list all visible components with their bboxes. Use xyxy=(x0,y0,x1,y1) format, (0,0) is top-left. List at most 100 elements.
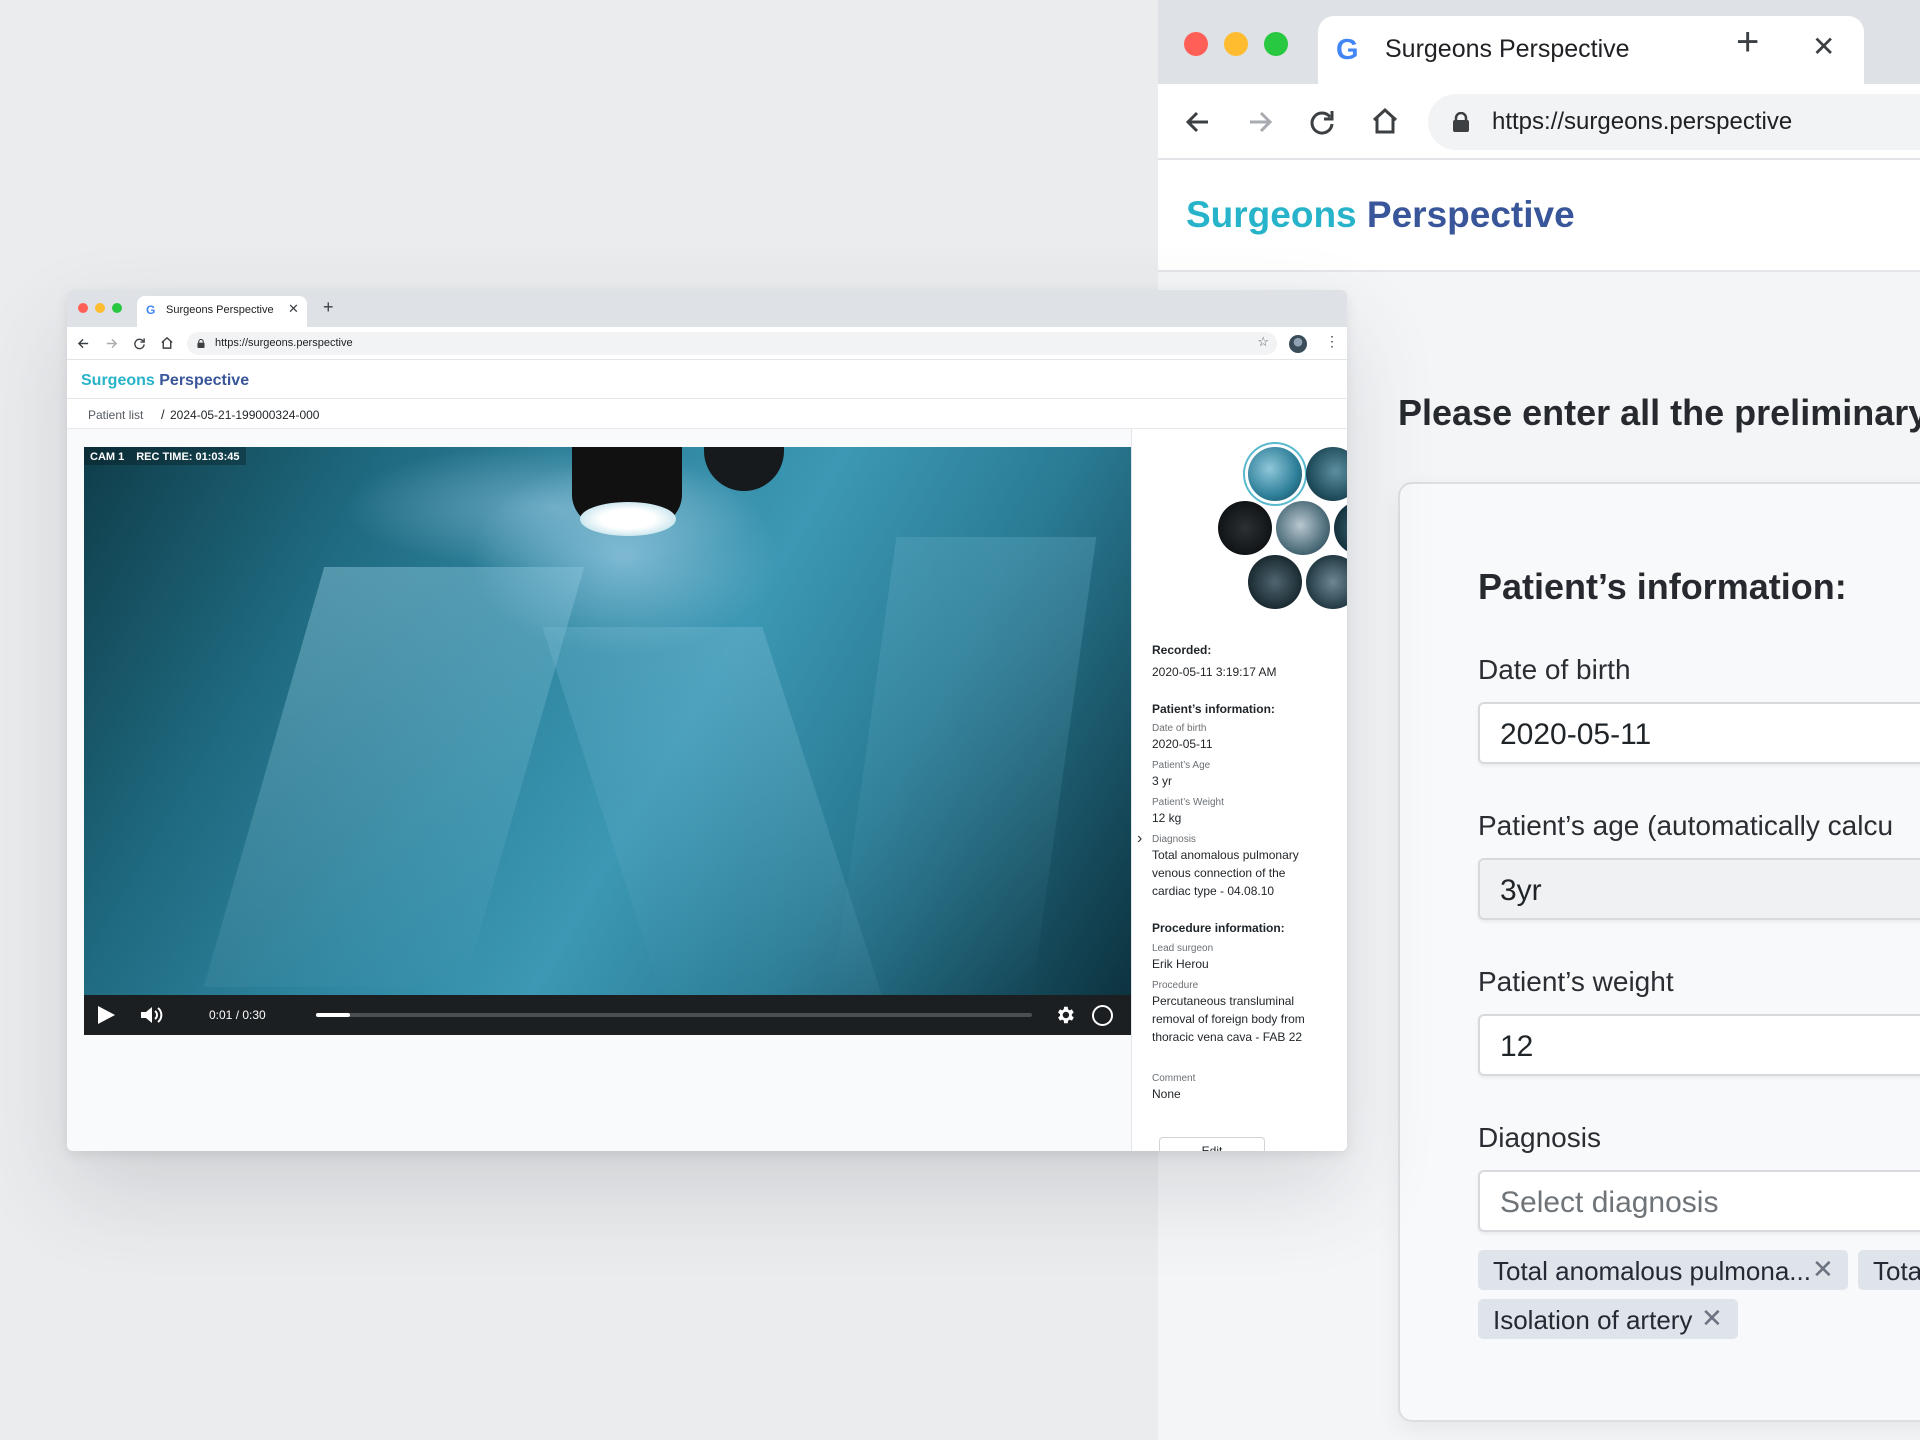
url-text: https://surgeons.perspective xyxy=(1492,108,1793,135)
progress-fill xyxy=(316,1013,351,1017)
remove-chip-icon[interactable]: ✕ xyxy=(1812,1254,1834,1285)
diagnosis-label: Diagnosis xyxy=(1152,834,1196,845)
browser-menu-icon[interactable]: ⋮ xyxy=(1325,334,1339,348)
close-window-button[interactable] xyxy=(1184,32,1208,56)
age-field-value: 3yr xyxy=(1500,874,1542,907)
recorded-value: 2020-05-11 3:19:17 AM xyxy=(1152,665,1277,679)
back-arrow-icon[interactable] xyxy=(1184,108,1212,136)
lock-icon xyxy=(197,339,205,348)
url-text: https://surgeons.perspective xyxy=(215,337,353,349)
tab-strip: G Surgeons Perspective ✕ + xyxy=(67,290,1347,327)
procedure-info-heading: Procedure information: xyxy=(1152,921,1285,935)
camera-label: CAM 1 xyxy=(90,451,125,463)
dob-label: Date of birth xyxy=(1478,654,1631,685)
age-label: Patient’s age (automatically calcu xyxy=(1478,810,1894,841)
brand-logo[interactable]: Surgeons Perspective xyxy=(1186,194,1575,236)
browser-toolbar: https://surgeons.perspective xyxy=(1158,84,1920,160)
front-browser-window: G Surgeons Perspective ✕ + https://surge… xyxy=(67,290,1347,1151)
weight-label: Patient’s Weight xyxy=(1152,797,1224,808)
page-prompt: Please enter all the preliminary xyxy=(1398,392,1920,433)
address-bar[interactable]: https://surgeons.perspective xyxy=(1428,94,1920,150)
remove-chip-icon[interactable]: ✕ xyxy=(1701,1303,1723,1334)
close-tab-icon[interactable]: ✕ xyxy=(1812,33,1835,61)
comment-value: None xyxy=(1152,1087,1181,1101)
browser-tab[interactable]: G Surgeons Perspective ✕ xyxy=(137,296,307,327)
brand-logo[interactable]: Surgeons Perspective xyxy=(81,372,249,390)
minimize-window-button[interactable] xyxy=(1224,32,1248,56)
minimize-window-button[interactable] xyxy=(95,303,105,313)
procedure-label: Procedure xyxy=(1152,980,1199,991)
diagnosis-chip: Tota xyxy=(1858,1250,1920,1290)
settings-gear-icon[interactable] xyxy=(1054,1004,1076,1026)
forward-arrow-icon[interactable] xyxy=(1246,108,1274,136)
camera-thumbnail[interactable] xyxy=(1276,501,1330,555)
reload-icon[interactable] xyxy=(133,337,146,350)
reload-icon[interactable] xyxy=(1308,108,1336,136)
age-value: 3 yr xyxy=(1152,774,1173,788)
diagnosis-label: Diagnosis xyxy=(1478,1122,1601,1153)
form-heading: Patient’s information: xyxy=(1478,566,1847,607)
drape-fold xyxy=(831,537,1097,997)
progress-track[interactable] xyxy=(316,1013,1032,1017)
close-window-button[interactable] xyxy=(78,303,88,313)
video-overlay-info: CAM 1 REC TIME: 01:03:45 xyxy=(84,447,246,465)
forward-arrow-icon[interactable] xyxy=(105,337,118,350)
tab-title: Surgeons Perspective xyxy=(1385,35,1630,63)
diagnosis-chip: Isolation of artery ✕ xyxy=(1478,1299,1738,1339)
comment-label: Comment xyxy=(1152,1073,1196,1084)
camera-thumbnail[interactable] xyxy=(1248,555,1302,609)
new-tab-button[interactable]: + xyxy=(1736,22,1759,62)
play-icon[interactable] xyxy=(96,1005,116,1025)
camera-thumbnail[interactable] xyxy=(1334,501,1347,555)
volume-icon[interactable] xyxy=(140,1005,166,1025)
video-player[interactable]: CAM 1 REC TIME: 01:03:45 0:01 / 0:30 xyxy=(84,447,1131,1035)
weight-label: Patient’s weight xyxy=(1478,966,1674,997)
recorded-label: Recorded: xyxy=(1152,643,1212,657)
address-bar[interactable]: https://surgeons.perspective ☆ xyxy=(187,332,1277,355)
surgeon-label: Lead surgeon xyxy=(1152,943,1214,954)
collapse-sidebar-icon[interactable]: › xyxy=(1137,831,1142,847)
dob-value: 2020-05-11 xyxy=(1152,737,1213,751)
new-tab-button[interactable]: + xyxy=(323,298,334,316)
drape-fold xyxy=(542,627,886,1007)
profile-avatar[interactable] xyxy=(1289,335,1307,353)
age-field: 3yr xyxy=(1478,858,1920,920)
fullscreen-button[interactable] xyxy=(1092,1005,1113,1026)
app-header: Surgeons Perspective xyxy=(1158,160,1920,272)
procedure-value: Percutaneous transluminal removal of for… xyxy=(1152,994,1305,1044)
breadcrumb-patient-list[interactable]: Patient list xyxy=(88,408,143,422)
maximize-window-button[interactable] xyxy=(112,303,122,313)
dob-label: Date of birth xyxy=(1152,723,1207,734)
diagnosis-placeholder: Select diagnosis xyxy=(1500,1186,1719,1219)
close-tab-icon[interactable]: ✕ xyxy=(288,302,299,315)
details-sidebar: Recorded: 2020-05-11 3:19:17 AM Patient’… xyxy=(1152,429,1347,1151)
camera-thumbnail[interactable] xyxy=(1306,555,1347,609)
breadcrumb-current: 2024-05-21-199000324-000 xyxy=(170,408,320,422)
camera-thumbnail[interactable] xyxy=(1248,447,1302,501)
drape-fold xyxy=(203,567,585,987)
back-arrow-icon[interactable] xyxy=(77,337,90,350)
bookmark-star-icon[interactable]: ☆ xyxy=(1257,335,1269,348)
tab-strip: G Surgeons Perspective ✕ + xyxy=(1158,0,1920,84)
browser-tab[interactable]: G Surgeons Perspective ✕ xyxy=(1318,16,1864,84)
weight-field-value: 12 xyxy=(1500,1030,1534,1063)
diagnosis-select[interactable]: Select diagnosis xyxy=(1478,1170,1920,1232)
edit-button[interactable]: Edit xyxy=(1159,1137,1265,1151)
home-icon[interactable] xyxy=(1370,106,1400,136)
app-header: Surgeons Perspective xyxy=(67,360,1347,399)
camera-thumbnail[interactable] xyxy=(1306,447,1347,501)
patient-info-heading: Patient’s information: xyxy=(1152,702,1275,716)
age-label: Patient’s Age xyxy=(1152,760,1211,771)
google-favicon-icon: G xyxy=(146,303,156,317)
maximize-window-button[interactable] xyxy=(1264,32,1288,56)
home-icon[interactable] xyxy=(160,336,174,350)
browser-toolbar: https://surgeons.perspective ☆ ⋮ xyxy=(67,327,1347,360)
dob-field[interactable]: 2020-05-11 xyxy=(1478,702,1920,764)
lock-icon xyxy=(1453,112,1469,132)
weight-field[interactable]: 12 xyxy=(1478,1014,1920,1076)
diagnosis-chip: Total anomalous pulmona... ✕ xyxy=(1478,1250,1848,1290)
tab-title: Surgeons Perspective xyxy=(166,304,274,316)
google-favicon-icon: G xyxy=(1336,34,1359,66)
camera-thumbnail[interactable] xyxy=(1218,501,1272,555)
weight-value: 12 kg xyxy=(1152,811,1182,825)
